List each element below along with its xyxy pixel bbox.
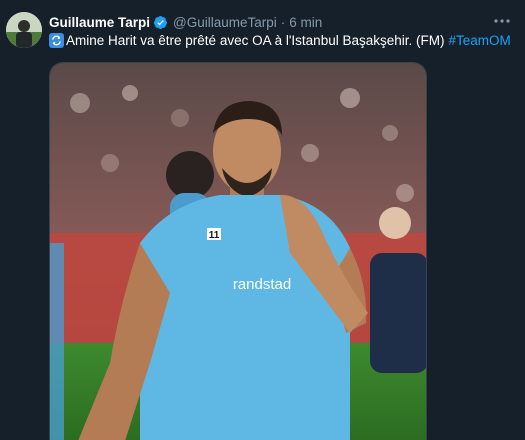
tweet-header: Guillaume Tarpi @GuillaumeTarpi · 6 min xyxy=(49,12,322,32)
tweet-body: Amine Harit va être prêté avec OA à l'Is… xyxy=(66,33,445,48)
more-options-icon[interactable] xyxy=(493,12,511,30)
author-avatar[interactable] xyxy=(6,12,42,48)
tweet-text: Amine Harit va être prêté avec OA à l'Is… xyxy=(49,33,511,48)
header-separator: · xyxy=(280,14,286,30)
tweet-photo[interactable]: 11 randstad xyxy=(49,62,427,440)
author-handle[interactable]: @GuillaumeTarpi xyxy=(173,15,277,30)
jersey-sponsor: randstad xyxy=(233,276,291,293)
tweet-card[interactable]: Guillaume Tarpi @GuillaumeTarpi · 6 min … xyxy=(0,0,525,440)
tweet-timestamp[interactable]: 6 min xyxy=(289,15,322,30)
jersey-number: 11 xyxy=(209,230,220,241)
repeat-arrows-icon xyxy=(49,33,64,48)
hashtag-link[interactable]: #TeamOM xyxy=(448,33,510,48)
verified-badge-icon xyxy=(153,15,168,29)
author-name[interactable]: Guillaume Tarpi xyxy=(49,15,150,30)
